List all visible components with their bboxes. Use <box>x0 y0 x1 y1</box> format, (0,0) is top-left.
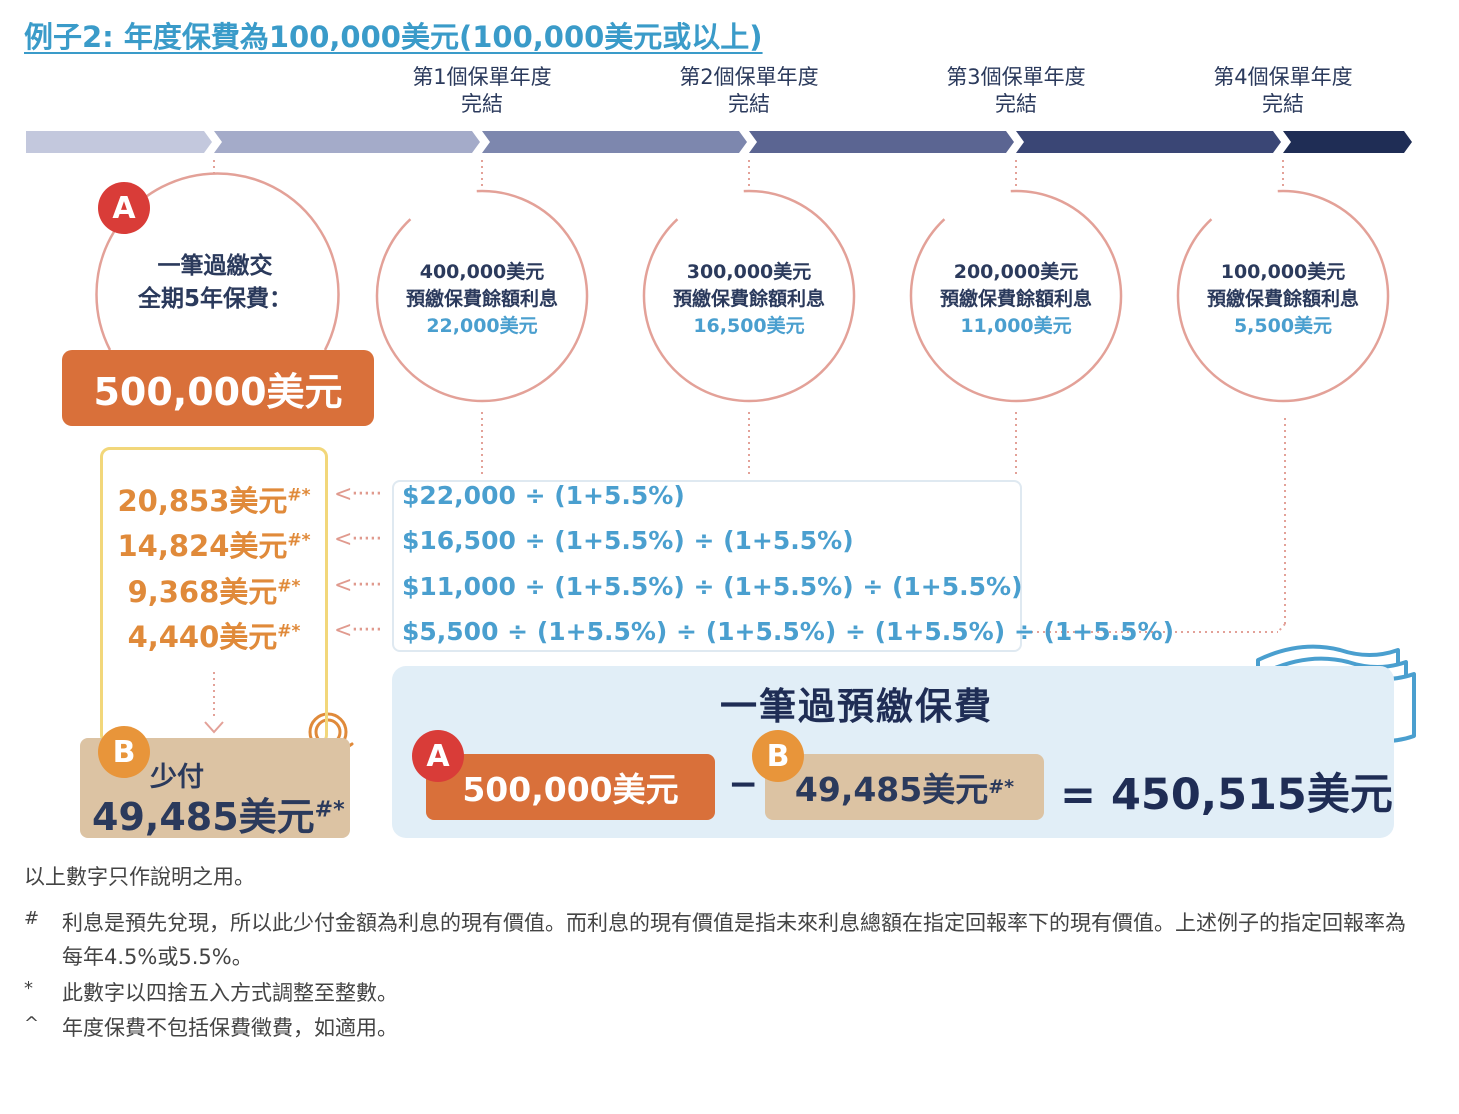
circle-label: 預繳保費餘額利息 <box>939 288 1092 310</box>
present-value-mark: #* <box>287 485 311 506</box>
present-value-mark: #* <box>287 530 311 551</box>
badge-a: A <box>98 182 150 234</box>
year-end-label-line1: 第4個保單年度 <box>1213 65 1353 89</box>
timeline-segment <box>214 131 480 153</box>
discount-calculation: $16,500 ÷ (1+5.5%) ÷ (1+5.5%) <box>402 526 854 555</box>
footnote-text: 利息是預先兌現，所以此少付金額為利息的現有價值。而利息的現有價值是指未來利息總額… <box>62 911 1406 969</box>
lump-sum-line1: 一筆過繳交 <box>157 253 273 279</box>
present-value-mark: #* <box>277 576 301 597</box>
connector-line <box>1277 623 1286 633</box>
year-end-label-line1: 第3個保單年度 <box>946 65 1086 89</box>
left-arrow-icon: <····· <box>334 618 382 643</box>
present-value-amount: 9,368美元 <box>127 575 278 609</box>
circle-interest: 22,000美元 <box>426 315 538 337</box>
year-end-label-line2: 完結 <box>728 92 770 116</box>
year-end-label: 第3個保單年度 完結 <box>906 64 1126 118</box>
discount-calculation: $11,000 ÷ (1+5.5%) ÷ (1+5.5%) ÷ (1+5.5%) <box>402 572 1023 601</box>
year-end-label: 第1個保單年度 完結 <box>372 64 592 118</box>
timeline-arrow <box>26 131 1412 153</box>
badge-b: B <box>98 726 150 778</box>
equation-badge-a: A <box>412 730 464 782</box>
saving-amount-mark: #* <box>314 797 345 823</box>
equation-b-mark: #* <box>988 776 1015 798</box>
left-arrow-icon: <····· <box>334 527 382 552</box>
circle-interest: 16,500美元 <box>693 315 805 337</box>
circle-principal: 300,000美元 <box>686 261 812 283</box>
discount-calculation: $5,500 ÷ (1+5.5%) ÷ (1+5.5%) ÷ (1+5.5%) … <box>402 617 1175 646</box>
present-value-mark: #* <box>277 621 301 642</box>
present-value-item: 9,368美元#* <box>104 569 324 611</box>
lump-sum-label: 一筆過繳交 全期5年保費： <box>100 250 330 316</box>
lump-sum-amount: 500,000美元 <box>62 350 374 426</box>
footnote-text: 年度保費不包括保費徵費，如適用。 <box>62 1016 398 1040</box>
equation-title: 一筆過預繳保費 <box>720 685 993 728</box>
year-end-label-line2: 完結 <box>1262 92 1304 116</box>
equation-result: = 450,515美元 <box>1060 770 1393 820</box>
year-end-label: 第4個保單年度 完結 <box>1173 64 1393 118</box>
year-end-label: 第2個保單年度 完結 <box>639 64 859 118</box>
lump-sum-line2: 全期5年保費： <box>137 286 292 312</box>
equation-b-value: 49,485美元 <box>794 770 989 809</box>
equation-a-amount: 500,000美元 <box>426 754 715 820</box>
footnote-mark: # <box>24 908 40 929</box>
interest-circle-text: 400,000美元 預繳保費餘額利息 22,000美元 <box>382 259 582 340</box>
circle-interest: 11,000美元 <box>960 315 1072 337</box>
present-value-amount: 14,824美元 <box>117 529 288 563</box>
circle-label: 預繳保費餘額利息 <box>672 288 825 310</box>
present-value-item: 20,853美元#* <box>104 478 324 520</box>
footnote-text: 此數字以四捨五入方式調整至整數。 <box>62 981 398 1005</box>
saving-amount: 49,485美元#* <box>92 786 345 841</box>
year-end-label-line2: 完結 <box>995 92 1037 116</box>
year-end-label-line1: 第2個保單年度 <box>679 65 819 89</box>
interest-circle-text: 300,000美元 預繳保費餘額利息 16,500美元 <box>649 259 849 340</box>
timeline-segment <box>749 131 1014 153</box>
circle-label: 預繳保費餘額利息 <box>405 288 558 310</box>
present-value-amount: 20,853美元 <box>117 484 288 518</box>
left-arrow-icon: <····· <box>334 482 382 507</box>
timeline-segment <box>1016 131 1281 153</box>
timeline-segment <box>1283 131 1412 153</box>
timeline-segment <box>482 131 747 153</box>
year-end-label-line2: 完結 <box>461 92 503 116</box>
present-value-item: 14,824美元#* <box>104 523 324 565</box>
note-illustrative: 以上數字只作說明之用。 <box>24 865 255 889</box>
equation-b-amount: 49,485美元 #* <box>765 754 1044 820</box>
interest-circle-text: 200,000美元 預繳保費餘額利息 11,000美元 <box>916 259 1116 340</box>
present-value-item: 4,440美元#* <box>104 614 324 656</box>
left-arrow-icon: <····· <box>334 573 382 598</box>
present-value-amount: 4,440美元 <box>127 620 278 654</box>
interest-circle-text: 100,000美元 預繳保費餘額利息 5,500美元 <box>1183 259 1383 340</box>
timeline-segment <box>26 131 212 153</box>
circle-interest: 5,500美元 <box>1233 315 1333 337</box>
footnote-mark: * <box>24 978 33 999</box>
circle-principal: 200,000美元 <box>953 261 1079 283</box>
circle-label: 預繳保費餘額利息 <box>1206 288 1359 310</box>
circle-principal: 400,000美元 <box>419 261 545 283</box>
equation-badge-b: B <box>752 730 804 782</box>
saving-amount-value: 49,485美元 <box>92 795 315 839</box>
discount-calculation: $22,000 ÷ (1+5.5%) <box>402 481 685 510</box>
year-end-label-line1: 第1個保單年度 <box>412 65 552 89</box>
equation-minus: − <box>728 764 759 805</box>
circle-principal: 100,000美元 <box>1220 261 1346 283</box>
footnote-mark: ^ <box>24 1013 40 1034</box>
